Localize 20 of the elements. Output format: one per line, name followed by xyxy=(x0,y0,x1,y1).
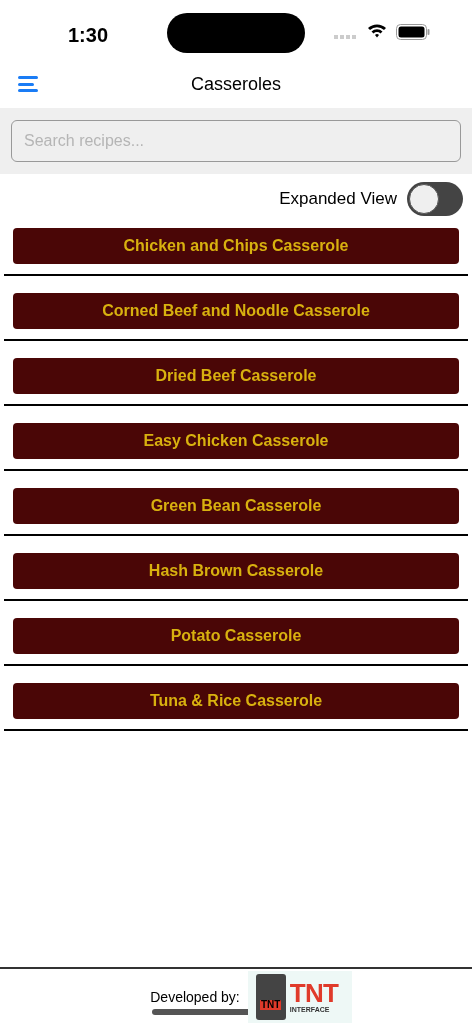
wifi-icon xyxy=(367,23,387,38)
recipe-button[interactable]: Dried Beef Casserole xyxy=(13,358,459,394)
recipe-button[interactable]: Easy Chicken Casserole xyxy=(13,423,459,459)
page-title: Casseroles xyxy=(190,72,281,96)
logo-title: TNT xyxy=(289,980,339,1006)
recipe-button[interactable]: Tuna & Rice Casserole xyxy=(13,683,459,719)
toggle-label: Expanded View xyxy=(279,188,397,211)
recipe-button[interactable]: Chicken and Chips Casserole xyxy=(13,228,459,264)
logo-badge-text: TNT xyxy=(260,999,282,1010)
expanded-view-toggle[interactable] xyxy=(407,182,463,216)
developed-by-label: Developed by: xyxy=(150,988,240,1007)
signal-icon xyxy=(334,35,358,39)
recipe-button[interactable]: Green Bean Casserole xyxy=(13,488,459,524)
recipe-button[interactable]: Corned Beef and Noodle Casserole xyxy=(13,293,459,329)
recipe-button[interactable]: Hash Brown Casserole xyxy=(13,553,459,589)
recipe-button[interactable]: Potato Casserole xyxy=(13,618,459,654)
search-field[interactable]: Search recipes... xyxy=(11,120,461,162)
battery-icon xyxy=(396,24,430,40)
menu-button[interactable] xyxy=(18,76,40,92)
status-time: 1:30 xyxy=(68,23,109,48)
